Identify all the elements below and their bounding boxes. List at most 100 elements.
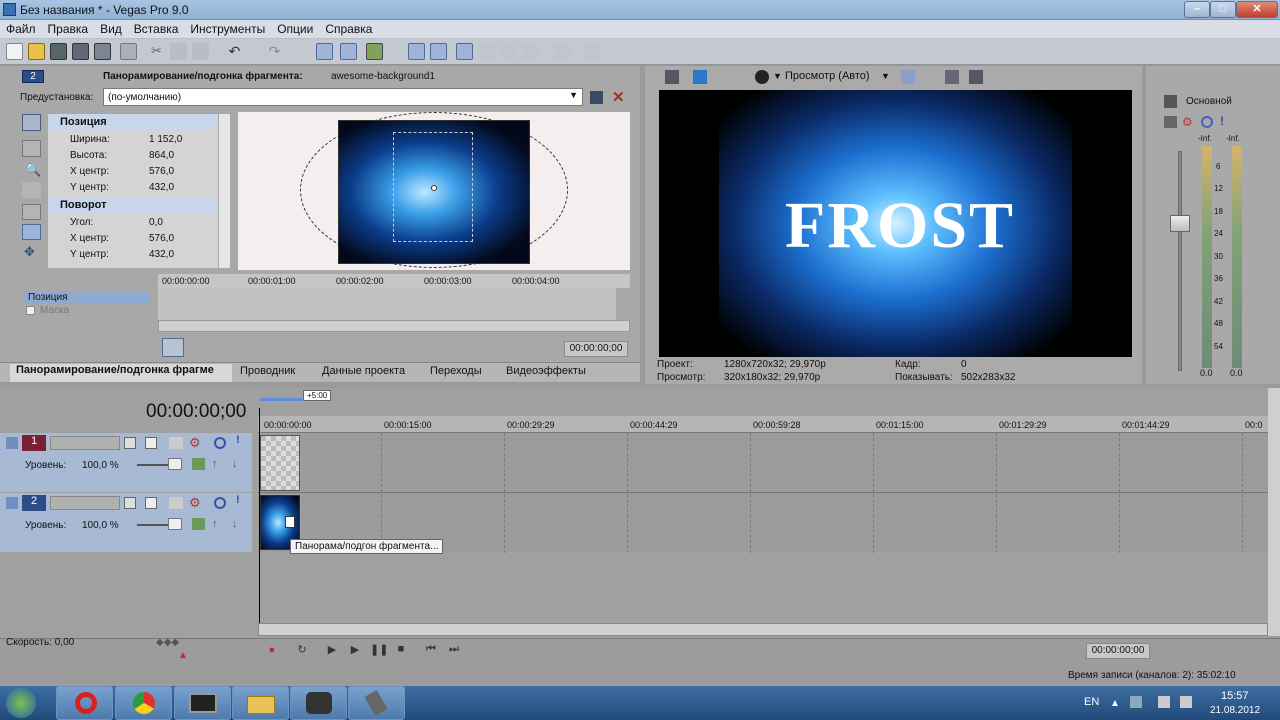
prop-row[interactable]: Ширина: 1 152,0 [48,132,218,148]
minimize-button[interactable]: – [1184,1,1210,18]
prop-row[interactable]: X центр: 576,0 [48,231,218,247]
external-monitor-icon[interactable] [693,70,707,84]
pause-button[interactable]: ❚❚ [370,643,388,657]
prop-row[interactable]: X центр: 576,0 [48,164,218,180]
mute-icon[interactable] [1201,116,1213,128]
prop-row[interactable]: Y центр: 432,0 [48,247,218,263]
menu-insert[interactable]: Вставка [128,20,185,39]
kf-lanes[interactable] [158,288,616,320]
preview-properties-icon[interactable] [665,70,679,84]
opera-taskbar-icon[interactable] [56,686,113,720]
prop-row[interactable]: Y центр: 432,0 [48,180,218,196]
cut-icon[interactable]: ✂ [148,43,165,60]
paste-icon[interactable] [192,43,209,60]
composite-parent-icon[interactable] [192,518,205,530]
go-to-start-button[interactable]: ⏮ [423,643,439,657]
fx-icon[interactable] [755,70,769,84]
preview-mode-select[interactable]: Просмотр (Авто) [785,70,870,82]
prop-value[interactable]: 576,0 [149,233,174,244]
prop-value[interactable]: 432,0 [149,249,174,260]
kf-track-position[interactable]: Позиция [24,292,150,304]
compositing-mode-icon[interactable] [169,497,183,509]
text-clip-track1[interactable] [260,435,300,491]
delete-preset-icon[interactable]: ✕ [612,88,625,106]
play-button[interactable]: ▶ [347,643,363,657]
loop-playback-button[interactable]: ↻ [294,643,310,657]
prop-value[interactable]: 576,0 [149,166,174,177]
menu-help[interactable]: Справка [319,20,378,39]
enable-rotation-icon[interactable] [22,182,41,198]
solo-icon[interactable]: ! [236,494,240,506]
center-handle[interactable] [431,185,437,191]
pan-crop-clip-icon[interactable] [285,516,295,528]
loop-region[interactable] [260,398,302,401]
tray-app-icon[interactable] [1130,696,1142,708]
auto-ripple-icon[interactable] [340,43,357,60]
timeline-h-scrollbar[interactable] [258,623,1268,636]
open-folder-icon[interactable] [28,43,45,60]
chevron-down-icon[interactable]: ▼ [773,71,782,81]
computer-taskbar-icon[interactable] [174,686,231,720]
solo-icon[interactable]: ! [236,434,240,446]
level-slider-handle[interactable] [168,518,182,530]
menu-view[interactable]: Вид [94,20,128,39]
save-preset-icon[interactable] [590,91,603,104]
go-to-end-button[interactable]: ⏭ [446,643,462,657]
normal-edit-icon[interactable] [22,140,41,157]
menu-tools[interactable]: Инструменты [184,20,271,39]
track-name-field[interactable] [50,496,120,510]
mute-icon[interactable] [214,497,226,509]
bus-properties-icon[interactable] [1164,95,1177,108]
new-file-icon[interactable] [6,43,23,60]
sync-cursor-icon[interactable] [162,338,184,357]
copy-snapshot-icon[interactable] [945,70,959,84]
gear-icon[interactable]: ⚙ [189,495,201,511]
lock-envelopes-icon[interactable] [366,43,383,60]
track-name-field[interactable] [50,436,120,450]
action-center-icon[interactable] [1158,696,1170,708]
track-motion-icon[interactable] [124,437,136,449]
normal-edit-tool-icon[interactable] [456,43,473,60]
stop-button[interactable]: ■ [393,643,409,657]
move-freely-icon[interactable]: ✥ [24,244,35,260]
overlays-icon[interactable] [901,70,915,84]
tab-panzoom[interactable]: Панорамирование/подгонка фрагме [10,364,232,382]
snap-icon[interactable] [316,43,333,60]
network-icon[interactable] [1180,696,1192,708]
preset-dropdown[interactable]: (по-умолчанию) ▼ [103,88,583,106]
zoom-icon[interactable]: 🔍 [25,162,41,178]
whats-this-icon[interactable] [584,43,601,60]
timeline-v-scrollbar[interactable] [1268,388,1280,636]
kf-scrollbar[interactable] [158,320,630,332]
save-snapshot-icon[interactable] [969,70,983,84]
kf-track-mask[interactable]: Маска [24,305,150,317]
prop-value[interactable]: 1 152,0 [149,134,182,145]
panzoom-workspace[interactable] [238,112,630,270]
section-rotation[interactable]: Поворот [48,197,218,213]
prop-value[interactable]: 864,0 [149,150,174,161]
arrow-up-icon[interactable]: ↑ [212,458,218,470]
start-button[interactable] [6,688,36,718]
composite-parent-icon[interactable] [192,458,205,470]
close-window-button[interactable]: ✕ [1236,1,1278,18]
menu-file[interactable]: Файл [0,20,42,39]
track-fx-icon[interactable] [145,437,157,449]
track-motion-icon[interactable] [124,497,136,509]
section-position[interactable]: Позиция [48,114,218,130]
properties-icon[interactable] [120,43,137,60]
tab-transitions[interactable]: Переходы [430,365,482,381]
tray-arrow-icon[interactable]: ▲ [1110,698,1120,709]
render-icon[interactable] [94,43,111,60]
arrow-down-icon[interactable]: ↓ [232,458,238,470]
app-taskbar-icon[interactable] [290,686,347,720]
tab-explorer[interactable]: Проводник [240,365,295,381]
stretch-fill-icon[interactable] [22,224,41,240]
save-icon[interactable] [50,43,67,60]
gear-icon[interactable]: ⚙ [189,435,201,451]
copy-icon[interactable] [170,43,187,60]
maintain-aspect-icon[interactable] [22,204,41,220]
envelope-tool-icon[interactable] [478,43,495,60]
mask-checkbox[interactable] [26,306,35,315]
level-slider-handle[interactable] [168,458,182,470]
properties-scrollbar[interactable] [218,114,230,268]
